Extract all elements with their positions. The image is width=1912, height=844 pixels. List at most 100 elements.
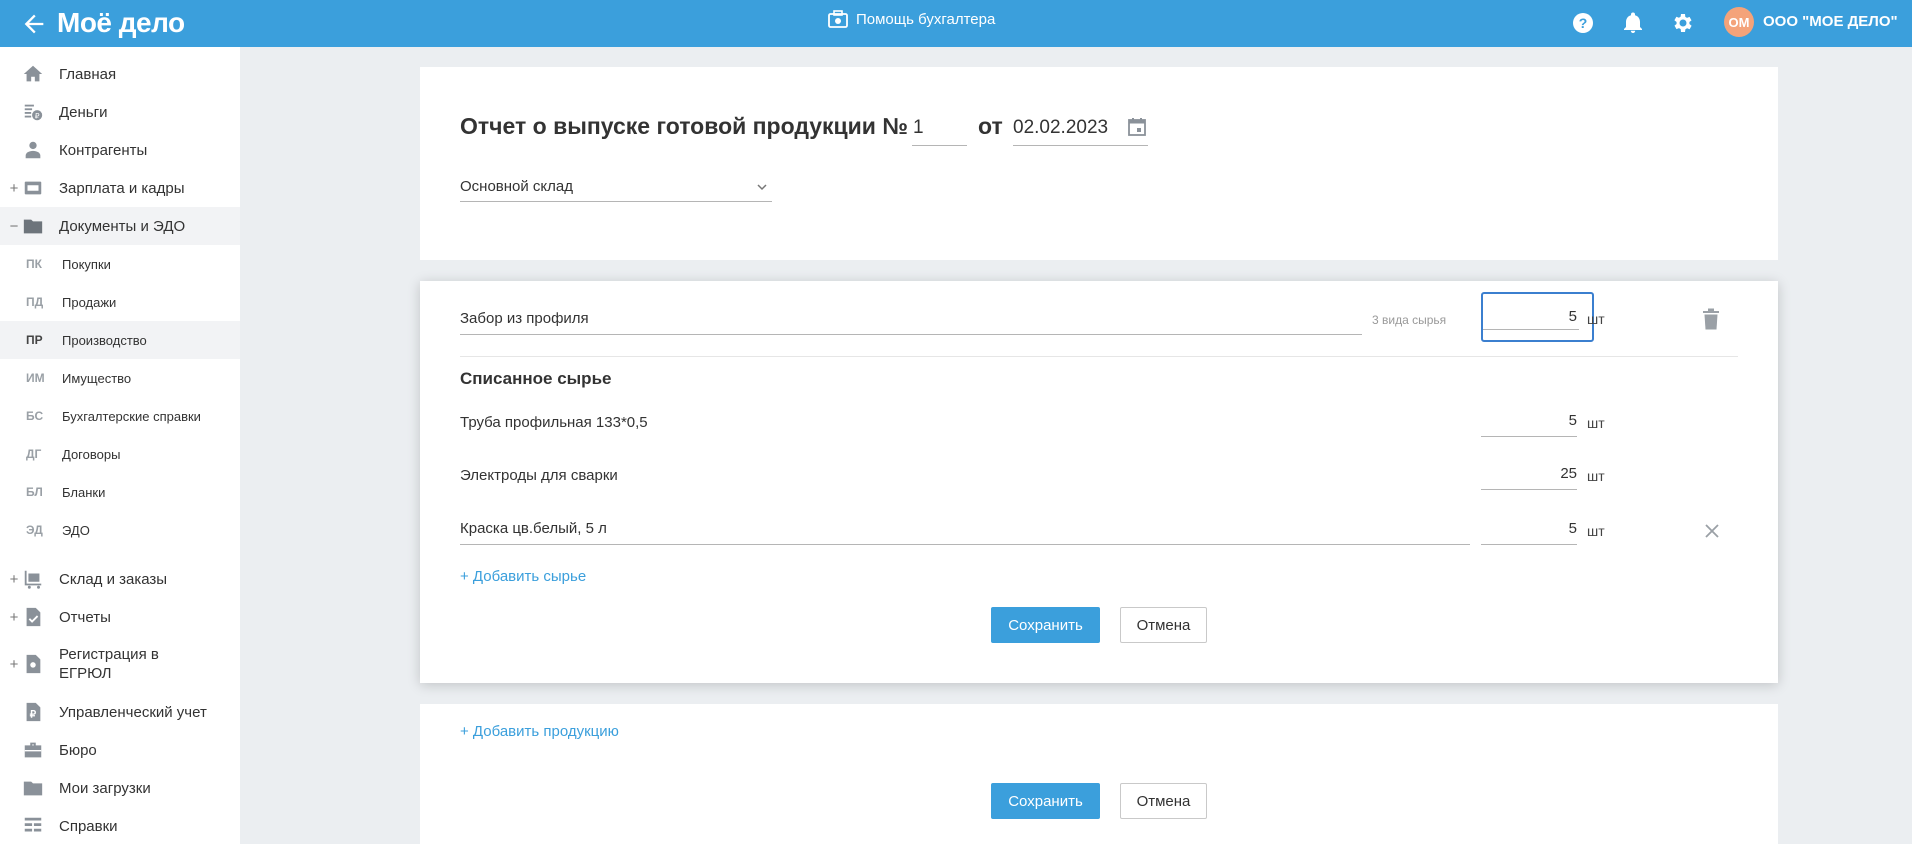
save-button[interactable]: Сохранить bbox=[991, 783, 1100, 819]
subitem-label: Договоры bbox=[62, 446, 121, 462]
logo[interactable]: Моё дело bbox=[57, 7, 185, 39]
section-title: Списанное сырье bbox=[460, 369, 612, 388]
product-save-button[interactable]: Сохранить bbox=[991, 607, 1100, 643]
subitem-label: Покупки bbox=[62, 256, 111, 272]
sidebar-subitem-forms[interactable]: БЛ Бланки bbox=[0, 473, 240, 511]
money-icon: ₽ bbox=[24, 104, 43, 120]
gear-icon[interactable] bbox=[1671, 11, 1695, 35]
expand-icon: + bbox=[9, 608, 19, 626]
registration-icon bbox=[26, 654, 41, 674]
sidebar-item-label: Отчеты bbox=[59, 608, 111, 626]
material-quantity-input[interactable]: 5 bbox=[1481, 515, 1577, 545]
sidebar-item-contractors[interactable]: Контрагенты bbox=[0, 131, 240, 169]
top-header: Моё дело Помощь бухгалтера ? ОМ ООО "МОЕ… bbox=[0, 0, 1912, 47]
sidebar-item-label: Мои загрузки bbox=[59, 779, 151, 797]
sidebar-item-warehouse[interactable]: + Склад и заказы bbox=[0, 560, 240, 598]
sidebar-item-label: Регистрация в ЕГРЮЛ bbox=[59, 646, 159, 682]
sidebar-subitem-purchases[interactable]: ПК Покупки bbox=[0, 245, 240, 283]
sidebar-item-management[interactable]: ₽ Управленческий учет bbox=[0, 693, 240, 731]
warehouse-value: Основной склад bbox=[460, 178, 574, 195]
sidebar-item-downloads[interactable]: Мои загрузки bbox=[0, 769, 240, 807]
sidebar-item-money[interactable]: ₽ Деньги bbox=[0, 93, 240, 131]
input-underline bbox=[1483, 329, 1579, 330]
material-unit-label: шт bbox=[1587, 523, 1605, 539]
sidebar-item-label: Контрагенты bbox=[59, 141, 148, 159]
briefcase-icon bbox=[24, 742, 42, 758]
product-unit-label: шт bbox=[1587, 311, 1605, 327]
sidebar-item-references[interactable]: Справки bbox=[0, 807, 240, 844]
company-name[interactable]: ООО "МОЕ ДЕЛО" bbox=[1763, 13, 1898, 30]
product-cancel-button[interactable]: Отмена bbox=[1120, 607, 1207, 643]
sidebar-subitem-accounting-notes[interactable]: БС Бухгалтерские справки bbox=[0, 397, 240, 435]
sidebar: Главная ₽ Деньги Контрагенты + Зарплата … bbox=[0, 47, 240, 844]
svg-text:₽: ₽ bbox=[35, 111, 40, 120]
sidebar-item-label: Документы и ЭДО bbox=[59, 217, 186, 235]
date-prefix-label: от bbox=[978, 113, 1003, 139]
raw-count-label: 3 вида сырья bbox=[1372, 313, 1447, 327]
document-number-input[interactable]: 1 bbox=[912, 112, 967, 146]
warehouse-select[interactable]: Основной склад bbox=[460, 171, 772, 202]
helper-icon bbox=[828, 10, 848, 28]
divider bbox=[460, 356, 1738, 357]
sidebar-item-reports[interactable]: + Отчеты bbox=[0, 598, 240, 636]
sidebar-subitem-contracts[interactable]: ДГ Договоры bbox=[0, 435, 240, 473]
reports-icon bbox=[26, 607, 41, 627]
product-quantity-input[interactable]: 5 bbox=[1481, 292, 1594, 342]
sidebar-subitem-edo[interactable]: ЭД ЭДО bbox=[0, 511, 240, 549]
bell-icon[interactable] bbox=[1621, 11, 1645, 35]
document-header-card: Отчет о выпуске готовой продукции № 1 от… bbox=[420, 67, 1778, 260]
contractors-icon bbox=[25, 141, 41, 159]
sidebar-item-home[interactable]: Главная bbox=[0, 55, 240, 93]
material-quantity-input[interactable]: 25 bbox=[1481, 460, 1577, 490]
material-quantity-input[interactable]: 5 bbox=[1481, 407, 1577, 437]
sidebar-subitem-property[interactable]: ИМ Имущество bbox=[0, 359, 240, 397]
material-name-input[interactable]: Краска цв.белый, 5 л bbox=[460, 515, 1470, 545]
subitem-abbr: ПК bbox=[26, 257, 42, 271]
back-arrow-icon[interactable] bbox=[20, 10, 48, 38]
subitem-label: Производство bbox=[62, 332, 147, 348]
expand-icon: + bbox=[9, 570, 19, 588]
subitem-label: Продажи bbox=[62, 294, 117, 310]
subitem-label: ЭДО bbox=[62, 522, 90, 538]
subitem-label: Бланки bbox=[62, 484, 106, 500]
add-material-link[interactable]: + Добавить сырье bbox=[460, 568, 586, 585]
avatar[interactable]: ОМ bbox=[1724, 7, 1754, 37]
sidebar-item-label: Главная bbox=[59, 65, 117, 83]
sidebar-item-documents[interactable]: − Документы и ЭДО bbox=[0, 207, 240, 245]
sidebar-item-label: Зарплата и кадры bbox=[59, 179, 185, 197]
product-quantity-value: 5 bbox=[1568, 308, 1577, 325]
collapse-icon: − bbox=[9, 217, 19, 235]
subitem-abbr: ПД bbox=[26, 295, 44, 309]
svg-text:?: ? bbox=[1579, 15, 1588, 31]
close-icon[interactable] bbox=[1704, 523, 1720, 539]
sidebar-subitem-production[interactable]: ПР Производство bbox=[0, 321, 240, 359]
cancel-button[interactable]: Отмена bbox=[1120, 783, 1207, 819]
subitem-abbr: ЭД bbox=[26, 523, 43, 537]
material-name: Электроды для сварки bbox=[460, 467, 618, 484]
subitem-label: Бухгалтерские справки bbox=[62, 408, 201, 424]
subitem-abbr: ИМ bbox=[26, 371, 45, 385]
product-name-input[interactable]: Забор из профиля bbox=[460, 305, 1362, 335]
material-unit-label: шт bbox=[1587, 468, 1605, 484]
home-icon bbox=[23, 65, 43, 82]
document-footer-card: + Добавить продукцию Сохранить Отмена bbox=[420, 704, 1778, 844]
material-name: Труба профильная 133*0,5 bbox=[460, 414, 648, 431]
sidebar-item-registration[interactable]: + Регистрация в ЕГРЮЛ bbox=[0, 636, 240, 692]
sidebar-item-label: Справки bbox=[59, 817, 118, 835]
sidebar-subitem-sales[interactable]: ПД Продажи bbox=[0, 283, 240, 321]
calendar-icon[interactable] bbox=[1127, 117, 1147, 137]
material-unit-label: шт bbox=[1587, 415, 1605, 431]
page-title: Отчет о выпуске готовой продукции № bbox=[460, 113, 908, 139]
expand-icon: + bbox=[9, 655, 19, 673]
trash-icon[interactable] bbox=[1702, 308, 1720, 330]
expand-icon: + bbox=[9, 179, 19, 197]
sidebar-item-label: Деньги bbox=[59, 103, 108, 121]
accountant-help-button[interactable]: Помощь бухгалтера bbox=[828, 10, 995, 28]
folder-icon bbox=[23, 781, 43, 796]
subitem-abbr: БЛ bbox=[26, 485, 43, 499]
help-icon[interactable]: ? bbox=[1571, 11, 1595, 35]
add-product-link[interactable]: + Добавить продукцию bbox=[460, 723, 619, 740]
sidebar-item-salary[interactable]: + Зарплата и кадры bbox=[0, 169, 240, 207]
sidebar-item-bureau[interactable]: Бюро bbox=[0, 731, 240, 769]
salary-icon bbox=[24, 181, 42, 195]
